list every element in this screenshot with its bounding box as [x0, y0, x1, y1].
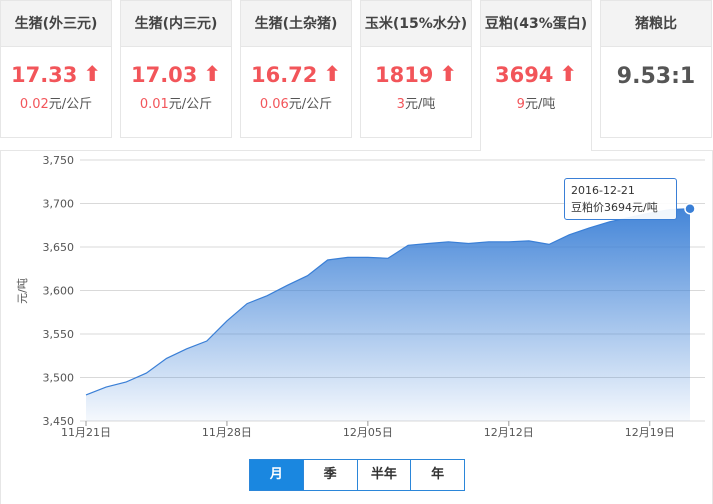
tooltip: 2016-12-21 豆粕价3694元/吨 [564, 178, 677, 220]
data-point [226, 320, 228, 322]
y-tick-label: 3,600 [43, 285, 75, 298]
data-point [125, 381, 127, 383]
data-point [447, 241, 449, 243]
data-point [548, 243, 550, 245]
data-point [508, 241, 510, 243]
data-point [186, 348, 188, 350]
card-soymeal[interactable]: 豆粕(43%蛋白) 3694 ⬆ 9元/吨 [480, 0, 592, 151]
data-point [568, 234, 570, 236]
data-point [609, 221, 611, 223]
y-tick-label: 3,650 [43, 241, 75, 254]
up-arrow-icon: ⬆ [559, 62, 578, 86]
tab-half-year[interactable]: 半年 [358, 460, 412, 490]
x-tick-label: 12月12日 [484, 426, 534, 439]
y-tick-label: 3,700 [43, 198, 75, 211]
data-point [286, 284, 288, 286]
tab-year[interactable]: 年 [411, 460, 464, 490]
x-tick-label: 11月21日 [61, 426, 111, 439]
area-fill [86, 208, 690, 421]
data-point [528, 240, 530, 242]
data-point [85, 394, 87, 396]
data-point [488, 241, 490, 243]
data-point [206, 340, 208, 342]
tab-month[interactable]: 月 [250, 460, 304, 490]
data-point [246, 303, 248, 305]
range-tabs: 月 季 半年 年 [249, 459, 465, 491]
card-change: 9元/吨 [516, 97, 556, 112]
price-chart: 3,4503,5003,5503,6003,6503,7003,750 11月2… [16, 154, 705, 439]
data-point [327, 259, 329, 261]
card-title: 豆粕(43%蛋白) [481, 1, 591, 47]
data-point [347, 256, 349, 258]
highlight-point [684, 202, 696, 215]
x-tick-label: 11月28日 [202, 426, 252, 439]
y-tick-label: 3,550 [43, 328, 75, 341]
data-point [468, 243, 470, 245]
data-point [145, 372, 147, 374]
x-tick-label: 12月19日 [625, 426, 675, 439]
data-point [166, 357, 168, 359]
x-tick-label: 12月05日 [343, 426, 393, 439]
data-point [588, 227, 590, 229]
data-point [387, 257, 389, 259]
tooltip-date: 2016-12-21 [571, 184, 635, 197]
data-point [427, 243, 429, 245]
data-point [307, 275, 309, 277]
y-axis-label: 元/吨 [16, 278, 29, 304]
y-tick-label: 3,500 [43, 372, 75, 385]
tab-quarter[interactable]: 季 [304, 460, 358, 490]
y-tick-label: 3,750 [43, 154, 75, 167]
data-point [105, 386, 107, 388]
tooltip-value: 豆粕价3694元/吨 [571, 201, 658, 214]
card-price: 3694 ⬆ [494, 62, 578, 87]
data-point [266, 295, 268, 297]
data-point [407, 244, 409, 246]
data-point [367, 256, 369, 258]
